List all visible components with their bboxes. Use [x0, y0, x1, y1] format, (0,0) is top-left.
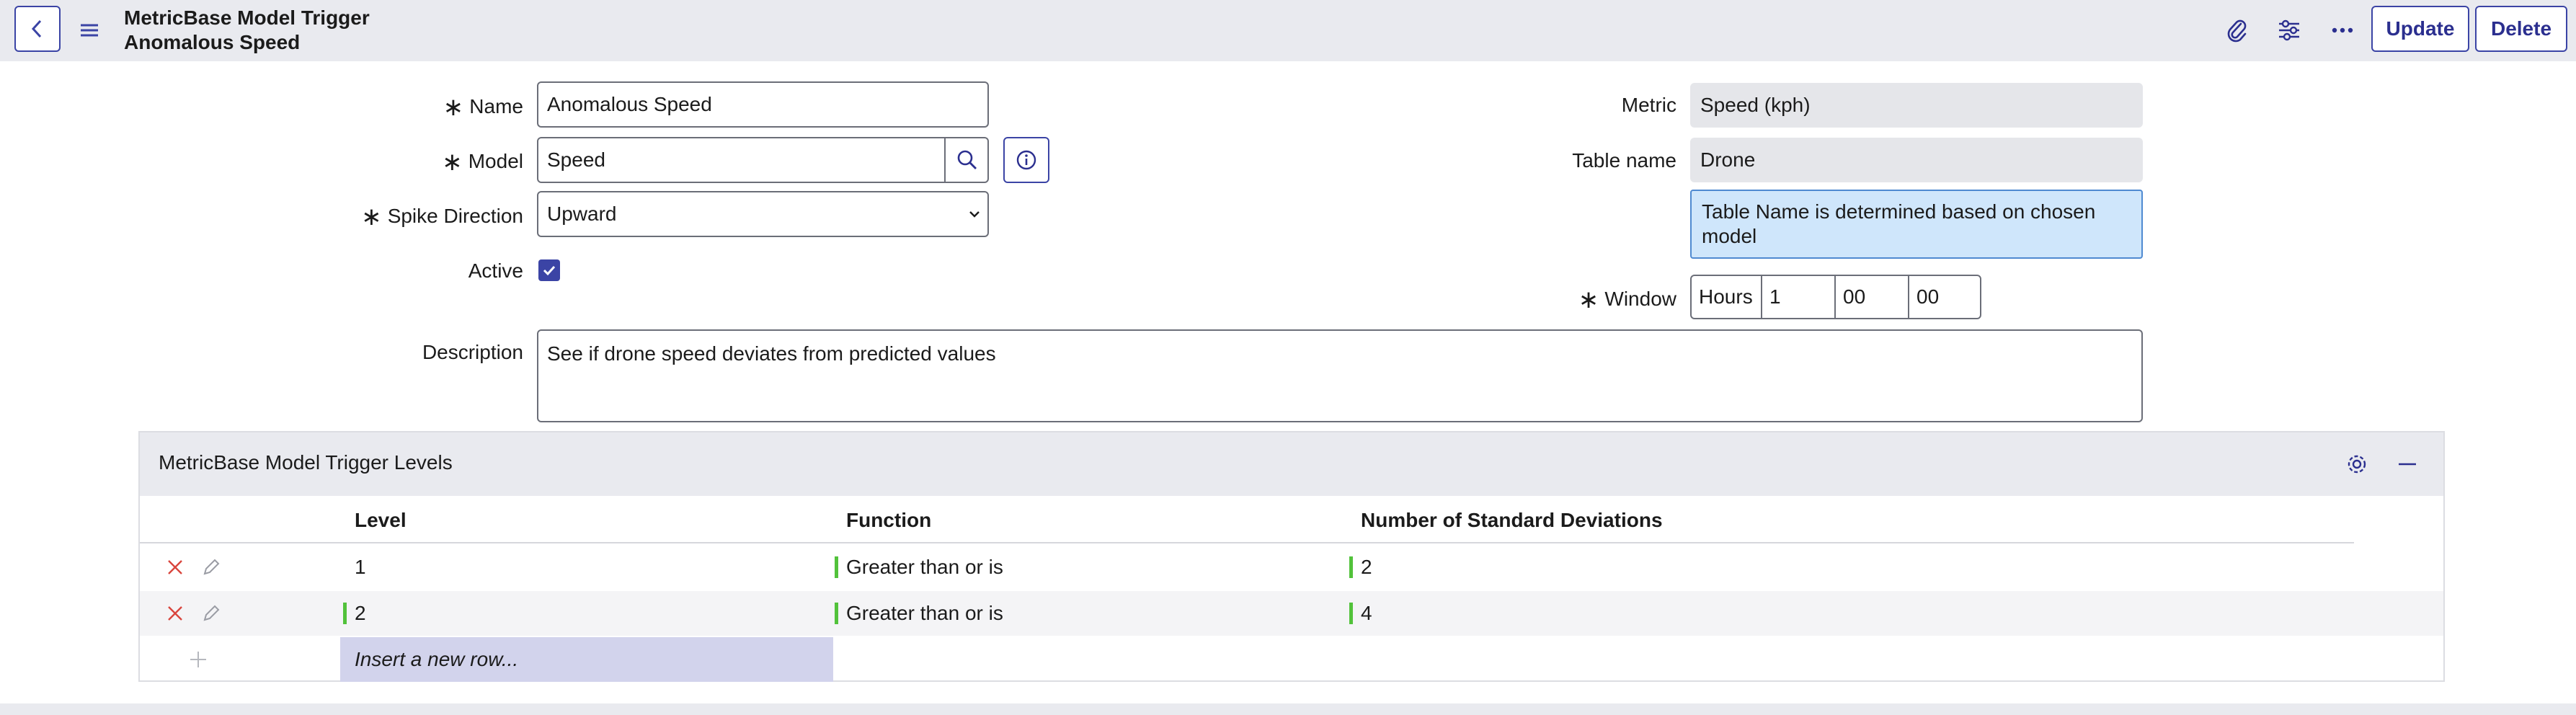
level-cell[interactable]: 2: [355, 591, 366, 636]
delete-button[interactable]: Delete: [2475, 6, 2567, 52]
column-header-level[interactable]: Level: [355, 509, 407, 532]
record-name-title: Anomalous Speed: [124, 31, 301, 53]
column-header-function[interactable]: Function: [846, 509, 931, 532]
valid-indicator: [1349, 556, 1353, 578]
model-input-value: Speed: [547, 148, 605, 171]
insert-new-row-input[interactable]: Insert a new row...: [340, 637, 833, 682]
valid-indicator: [835, 603, 838, 624]
metric-field-label: Metric: [1621, 94, 1676, 116]
spike-direction-value: Upward: [547, 203, 617, 225]
page-title: MetricBase Model Trigger Anomalous Speed: [124, 6, 370, 55]
form-header: MetricBase Model Trigger Anomalous Speed…: [0, 0, 2576, 61]
delete-row-icon[interactable]: [164, 556, 186, 578]
table-row: 1 Greater than or is 2: [140, 545, 2443, 590]
model-field-label: ∗ Model: [442, 148, 523, 176]
description-textarea[interactable]: See if drone speed deviates from predict…: [537, 329, 2143, 422]
model-lookup-button[interactable]: [944, 137, 989, 183]
info-icon: [1016, 150, 1036, 170]
window-hours-input[interactable]: 1: [1761, 275, 1836, 319]
stddev-cell[interactable]: 4: [1361, 591, 1372, 636]
search-icon: [957, 150, 977, 169]
table-row: 2 Greater than or is 4: [140, 591, 2443, 636]
edit-row-icon[interactable]: [200, 603, 222, 624]
model-info-button[interactable]: [1003, 137, 1049, 183]
footer-strip: [0, 703, 2576, 715]
window-unit-label: Hours: [1690, 275, 1762, 319]
edit-row-icon[interactable]: [200, 556, 222, 578]
name-input[interactable]: Anomalous Speed: [537, 81, 989, 128]
record-type-title: MetricBase Model Trigger: [124, 6, 370, 29]
model-reference-input[interactable]: Speed: [537, 137, 989, 183]
chevron-left-icon: [31, 19, 42, 38]
sliders-icon[interactable]: [2273, 14, 2305, 46]
checkmark-icon: [543, 265, 556, 276]
chevron-down-icon: [969, 211, 980, 218]
insert-new-row-placeholder: Insert a new row...: [355, 648, 519, 670]
metric-readonly-field: Speed (kph): [1690, 83, 2143, 128]
active-field-label: Active: [468, 259, 523, 282]
paperclip-icon[interactable]: [2221, 14, 2253, 46]
back-button[interactable]: [14, 6, 61, 52]
function-cell[interactable]: Greater than or is: [846, 545, 1003, 590]
update-button[interactable]: Update: [2371, 6, 2469, 52]
more-options-icon[interactable]: [2327, 14, 2358, 46]
related-list-title: MetricBase Model Trigger Levels: [159, 451, 453, 474]
function-cell[interactable]: Greater than or is: [846, 591, 1003, 636]
active-checkbox[interactable]: [538, 259, 560, 281]
table-name-info-message: Table Name is determined based on chosen…: [1690, 190, 2143, 259]
trigger-levels-related-list: MetricBase Model Trigger Levels Level Fu…: [138, 431, 2445, 682]
column-header-stddev[interactable]: Number of Standard Deviations: [1361, 509, 1663, 532]
description-field-label: Description: [422, 341, 523, 363]
insert-row: Insert a new row...: [140, 637, 2443, 682]
valid-indicator: [1349, 603, 1353, 624]
window-minutes-input[interactable]: 00: [1834, 275, 1909, 319]
valid-indicator: [835, 556, 838, 578]
window-field-label: ∗ Window: [1578, 286, 1676, 314]
table-name-readonly-field: Drone: [1690, 138, 2143, 182]
valid-indicator: [343, 603, 347, 624]
gear-icon[interactable]: [2344, 451, 2370, 477]
menu-icon[interactable]: [78, 20, 101, 40]
related-list-header: MetricBase Model Trigger Levels: [140, 432, 2443, 496]
collapse-icon[interactable]: [2394, 451, 2420, 477]
required-marker: ∗: [361, 203, 382, 231]
stddev-cell[interactable]: 2: [1361, 545, 1372, 590]
level-cell[interactable]: 1: [355, 545, 366, 590]
required-marker: ∗: [1578, 286, 1599, 314]
window-seconds-input[interactable]: 00: [1908, 275, 1981, 319]
required-marker: ∗: [443, 94, 464, 121]
spike-direction-field-label: ∗ Spike Direction: [361, 203, 523, 231]
delete-row-icon[interactable]: [164, 603, 186, 624]
spike-direction-select[interactable]: Upward: [537, 191, 989, 237]
header-divider: [140, 542, 2354, 543]
required-marker: ∗: [442, 148, 463, 176]
add-row-icon[interactable]: [187, 649, 209, 670]
table-name-field-label: Table name: [1572, 149, 1676, 172]
name-field-label: ∗ Name: [443, 94, 523, 121]
